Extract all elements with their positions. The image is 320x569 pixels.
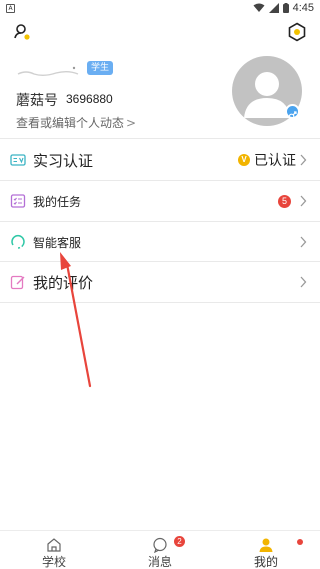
nav-label: 学校 [41,555,66,569]
mine-notification-dot [297,539,303,545]
headset-loop-icon [11,235,25,249]
status-time: 4:45 [292,2,314,14]
hexagon-settings-icon[interactable] [287,22,307,42]
id-card-icon [10,154,26,166]
menu-row-my-tasks[interactable]: 我的任务 5 [0,181,320,221]
status-bar: A 4:45 [0,0,320,16]
school-house-icon [47,538,61,552]
row-divider [0,302,320,303]
battery-icon [282,3,289,13]
menu-row-internship-cert[interactable]: 实习认证 V 已认证 [0,140,320,180]
edit-profile-link[interactable]: 查看或编辑个人动态 > [16,114,136,131]
male-gender-icon [285,104,300,120]
mogu-id-value: 3696880 [66,92,113,106]
verified-icon: V [238,154,250,166]
signal-icon [268,3,279,13]
username-redacted [17,66,79,76]
chevron-right-icon [300,154,307,166]
mogu-id-label: 蘑菇号 [16,93,58,109]
task-list-icon [10,194,26,208]
bottom-nav: 学校 消息 我的 [0,530,320,569]
nav-tab-school[interactable]: 学校 [24,531,84,569]
nav-label: 我的 [253,555,278,569]
user-search-icon[interactable] [12,22,32,42]
menu-label: 我的任务 [33,194,82,209]
wifi-icon [253,3,265,12]
nav-label: 消息 [147,555,172,569]
student-badge: 学生 [87,61,114,75]
chevron-right-icon [300,236,307,248]
chevron-right-icon [300,276,307,288]
edit-review-icon [10,275,25,290]
menu-label: 实习认证 [33,151,94,170]
menu-row-my-reviews[interactable]: 我的评价 [0,262,320,302]
edit-profile-text: 查看或编辑个人动态 [16,116,125,130]
profile-divider [0,138,320,139]
chevron-right-icon [300,195,307,207]
menu-label: 智能客服 [33,235,82,250]
status-left: A [6,3,15,13]
chevron-right-icon: > [126,115,137,130]
task-count-badge: 5 [278,194,291,208]
verified-status: 已认证 [254,153,296,169]
menu-row-customer-service[interactable]: 智能客服 [0,222,320,262]
notification-icon: A [6,3,15,13]
menu-label: 我的评价 [33,273,94,292]
person-icon [259,538,273,552]
chat-bubble-icon [153,537,167,553]
nav-tab-mine[interactable]: 我的 [236,531,296,569]
status-right: 4:45 [253,2,314,14]
messages-badge: 2 [174,536,185,547]
